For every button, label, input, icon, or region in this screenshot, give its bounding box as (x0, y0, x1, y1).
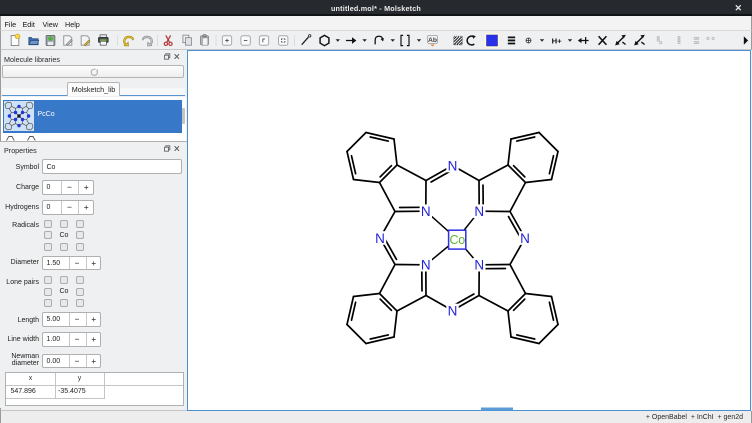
svg-text:N: N (520, 231, 530, 246)
svg-text:N: N (421, 258, 431, 273)
svg-text:N: N (448, 303, 458, 318)
svg-text:N: N (474, 258, 484, 273)
svg-text:N: N (375, 231, 385, 246)
svg-text:N: N (474, 204, 484, 219)
svg-text:N: N (421, 204, 431, 219)
svg-text:Co: Co (450, 233, 466, 247)
svg-text:N: N (448, 158, 458, 173)
